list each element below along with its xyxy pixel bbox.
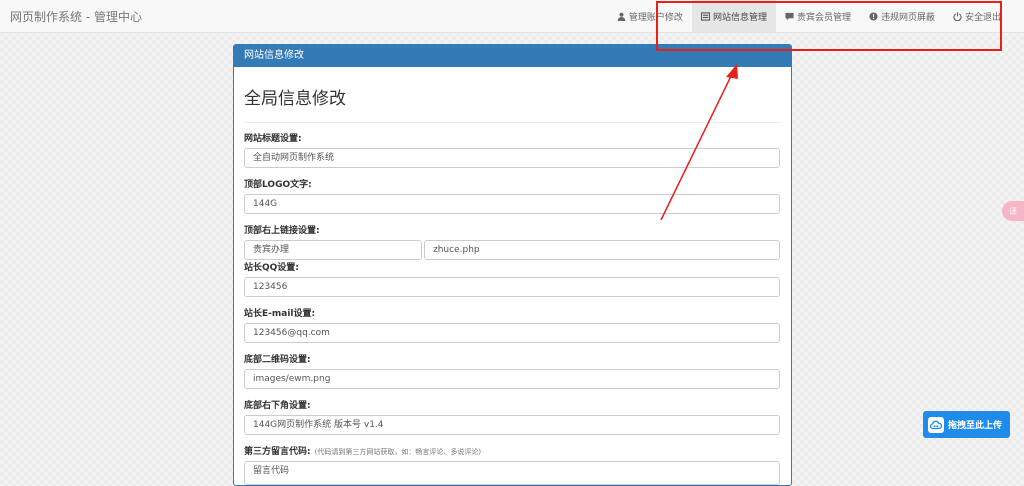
top-link-label: 顶部右上链接设置: (244, 226, 320, 236)
panel-body: 全局信息修改 网站标题设置: 全自动网页制作系统 顶部LOGO文字: 144G … (234, 88, 791, 485)
translate-side-tab[interactable]: 译 (1002, 201, 1024, 221)
logo-text-label: 顶部LOGO文字: (244, 180, 312, 190)
site-info-panel: 网站信息修改 全局信息修改 网站标题设置: 全自动网页制作系统 顶部LOGO文字… (233, 44, 792, 486)
email-input[interactable]: 123456@qq.com (244, 323, 780, 343)
divider (244, 122, 781, 123)
site-title-input[interactable]: 全自动网页制作系统 (244, 148, 780, 168)
qq-label: 站长QQ设置: (244, 263, 299, 273)
comment-code-label-text: 第三方留言代码: (244, 447, 311, 457)
comment-code-hint: (代码请到第三方网站获取，如：畅言评论、多说评论) (314, 448, 482, 456)
site-title-label: 网站标题设置: (244, 134, 302, 144)
qrcode-label: 底部二维码设置: (244, 355, 311, 365)
logo-text-input[interactable]: 144G (244, 194, 780, 214)
email-label: 站长E-mail设置: (244, 309, 316, 319)
drag-upload-button[interactable]: 拖拽至此上传 (923, 411, 1010, 438)
annotation-highlight-box (656, 1, 1002, 51)
comment-code-textarea[interactable]: 留言代码 (244, 461, 780, 485)
cloud-icon (928, 416, 944, 433)
footer-right-input[interactable]: 144G网页制作系统 版本号 v1.4 (244, 415, 780, 435)
footer-right-label: 底部右下角设置: (244, 401, 311, 411)
upload-label: 拖拽至此上传 (948, 421, 1003, 431)
translate-icon: 译 (1009, 206, 1017, 216)
qrcode-input[interactable]: images/ewm.png (244, 369, 780, 389)
page-title: 全局信息修改 (244, 89, 346, 109)
top-link-row: 贵宾办理 zhuce.php (244, 240, 781, 260)
qq-input[interactable]: 123456 (244, 277, 780, 297)
brand-title[interactable]: 网页制作系统 - 管理中心 (10, 8, 142, 25)
top-link-url-input[interactable]: zhuce.php (424, 240, 780, 260)
top-link-text-input[interactable]: 贵宾办理 (244, 240, 422, 260)
user-icon (617, 12, 626, 21)
comment-code-label: 第三方留言代码: (代码请到第三方网站获取，如：畅言评论、多说评论) (244, 446, 781, 458)
